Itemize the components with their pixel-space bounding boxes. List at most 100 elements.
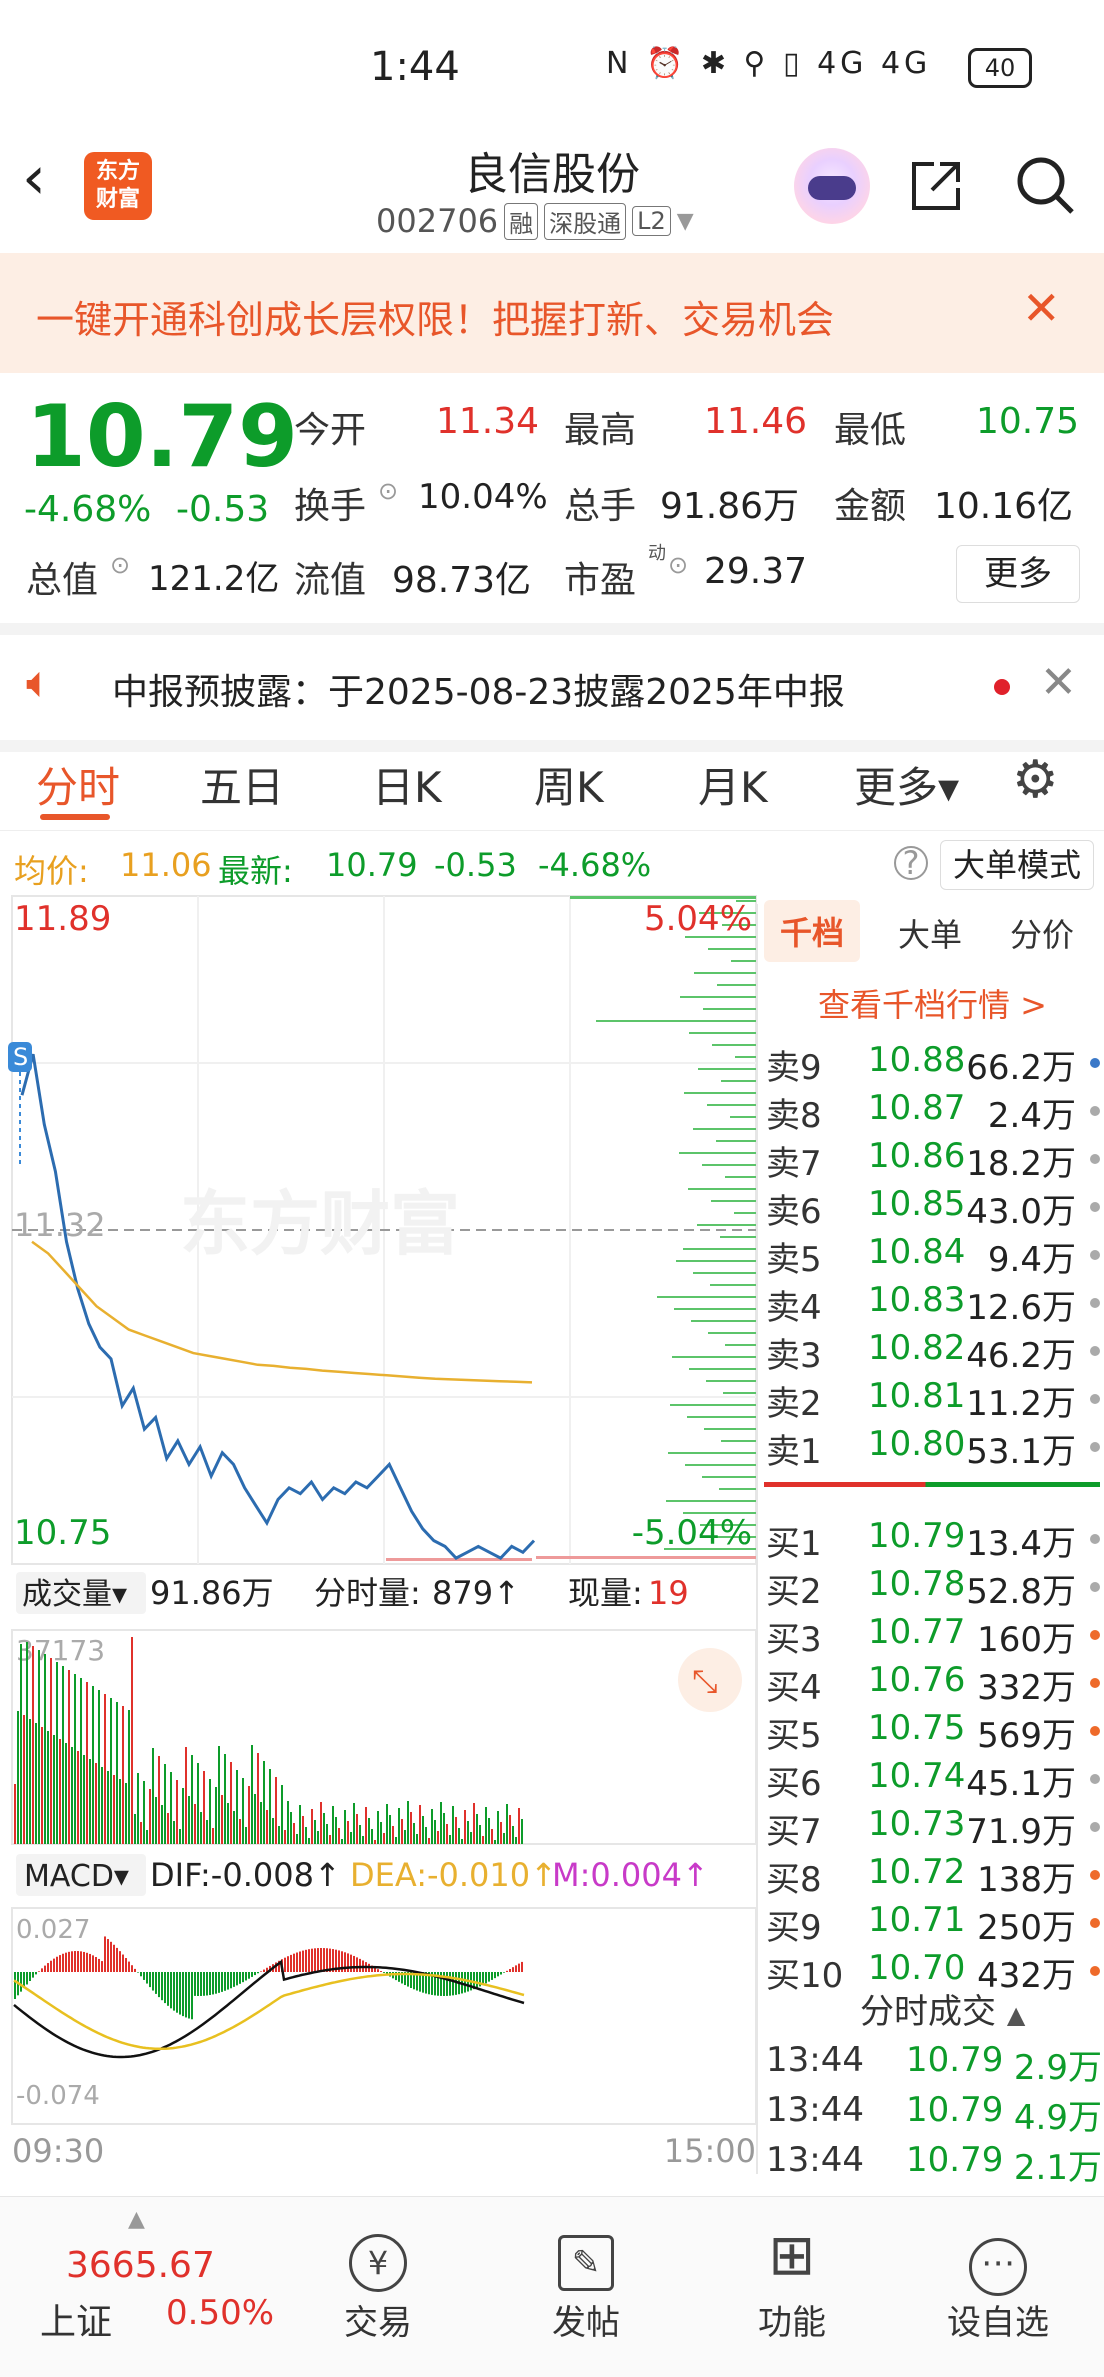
info-icon[interactable]: ⊙: [668, 551, 688, 579]
intraday-chart[interactable]: 东方财富 S 11.89 10.75 11.32 5.04% -5.04% 成交量▾ 91.86…: [0, 892, 760, 2182]
bid-row[interactable]: 买2 10.78 52.8万: [764, 1564, 1102, 1612]
bid-row[interactable]: 买5 10.75 569万: [764, 1708, 1102, 1756]
assistant-avatar-icon[interactable]: [794, 148, 870, 224]
gear-icon[interactable]: ⚙: [1012, 750, 1059, 810]
latest-change-pct: -4.68%: [538, 846, 652, 884]
volume-bar: [107, 1771, 109, 1844]
level-price: 10.74: [868, 1756, 966, 1796]
tab-five-day[interactable]: 五日: [200, 754, 284, 815]
volume-bar: [188, 1796, 190, 1844]
ask-row[interactable]: 卖6 10.85 43.0万: [764, 1184, 1102, 1232]
index-value[interactable]: 3665.67: [66, 2245, 215, 2286]
macd-bar: [50, 1960, 52, 1972]
ask-row[interactable]: 卖7 10.86 18.2万: [764, 1136, 1102, 1184]
volume-bar: [101, 1767, 103, 1844]
volume-bar: [164, 1764, 166, 1844]
help-icon[interactable]: ?: [894, 846, 928, 880]
low-label: 最低: [834, 410, 907, 451]
depth-bar: [683, 1248, 756, 1250]
volume-bar: [335, 1817, 337, 1844]
volume-bar: [302, 1816, 304, 1844]
more-dots-icon: ⋯: [918, 2223, 1078, 2296]
volume-bar: [245, 1827, 247, 1844]
macd-label: MACD▾: [24, 1859, 129, 1894]
macd-bar: [491, 1972, 493, 1980]
battery-icon: 40: [968, 48, 1032, 88]
volume-bar: [35, 1723, 37, 1844]
stock-subtitle[interactable]: 002706 融 深股通 L2 ▼: [376, 202, 694, 240]
bid-row[interactable]: 买6 10.74 45.1万: [764, 1756, 1102, 1804]
tab-more[interactable]: 更多▾: [854, 754, 959, 815]
macd-m: M:0.004↑: [552, 1856, 709, 1894]
bid-row[interactable]: 买8 10.72 138万: [764, 1852, 1102, 1900]
volume-bar: [44, 1654, 46, 1844]
volume-bar: [80, 1678, 82, 1844]
level-price: 10.87: [868, 1088, 966, 1128]
more-button[interactable]: 更多: [956, 545, 1080, 603]
low-value: 10.75: [976, 401, 1080, 442]
status-icons: N ⏰ ✱ ⚲ ▯ 4G 4G: [606, 46, 932, 81]
promo-banner[interactable]: 一键开通科创成长层权限！把握打新、交易机会 ✕: [0, 253, 1104, 373]
macd-bar: [488, 1972, 490, 1982]
volume-bar: [89, 1759, 91, 1844]
macd-bar: [305, 1949, 307, 1972]
depth-bar: [689, 1032, 756, 1034]
bid-row[interactable]: 买7 10.73 71.9万: [764, 1804, 1102, 1852]
ask-row[interactable]: 卖1 10.80 53.1万: [764, 1424, 1102, 1472]
volume-label: 成交量▾: [22, 1577, 127, 1612]
nav-functions[interactable]: ⊞ 功能: [712, 2223, 872, 2344]
tab-price-dist[interactable]: 分价: [1010, 910, 1074, 956]
open-label: 今开: [294, 410, 367, 451]
share-icon[interactable]: [906, 156, 966, 216]
depth-bar: [536, 1556, 756, 1559]
tab-big-orders[interactable]: 大单: [898, 910, 962, 956]
caret-up-icon[interactable]: ▲: [1007, 2001, 1025, 2029]
ask-row[interactable]: 卖9 10.88 66.2万: [764, 1040, 1102, 1088]
bid-row[interactable]: 买9 10.71 250万: [764, 1900, 1102, 1948]
macd-bar: [347, 1953, 349, 1972]
tab-daily-k[interactable]: 日K: [372, 754, 442, 815]
volume-bar: [350, 1832, 352, 1844]
index-pct[interactable]: 0.50%: [166, 2293, 274, 2333]
info-icon[interactable]: ⊙: [378, 477, 398, 505]
bid-row[interactable]: 买3 10.77 160万: [764, 1612, 1102, 1660]
nav-watchlist[interactable]: ⋯ 设自选: [918, 2223, 1078, 2344]
big-order-mode-button[interactable]: 大单模式: [940, 840, 1094, 890]
close-icon[interactable]: ✕: [1040, 657, 1077, 708]
tick-volume: 4.9万: [1013, 2098, 1102, 2138]
macd-bar: [518, 1963, 520, 1972]
depth-bar: [702, 1164, 756, 1166]
bid-row[interactable]: 买1 10.79 13.4万: [764, 1516, 1102, 1564]
bid-row[interactable]: 买4 10.76 332万: [764, 1660, 1102, 1708]
level-label: 卖5: [766, 1240, 822, 1280]
nav-trade[interactable]: ¥ 交易: [298, 2223, 458, 2344]
notice-bar[interactable]: 🔈︎ 中报预披露：于2025-08-23披露2025年中报 ✕: [0, 623, 1104, 752]
info-icon[interactable]: ⊙: [110, 551, 130, 579]
macd-bar: [449, 1972, 451, 1996]
tab-monthly-k[interactable]: 月K: [698, 754, 768, 815]
volume-bar: [119, 1779, 121, 1844]
ask-row[interactable]: 卖3 10.82 46.2万: [764, 1328, 1102, 1376]
macd-bar: [233, 1972, 235, 1987]
index-name[interactable]: 上证: [40, 2293, 112, 2345]
tab-intraday[interactable]: 分时: [36, 754, 120, 815]
macd-bar: [101, 1961, 103, 1972]
view-depth-link[interactable]: 查看千档行情 >: [818, 980, 1047, 1026]
volume-bar: [158, 1756, 160, 1844]
ask-row[interactable]: 卖4 10.83 12.6万: [764, 1280, 1102, 1328]
ask-row[interactable]: 卖8 10.87 2.4万: [764, 1088, 1102, 1136]
search-icon[interactable]: [1014, 154, 1076, 216]
tab-weekly-k[interactable]: 周K: [534, 754, 604, 815]
volume-bar: [305, 1827, 307, 1844]
current-price: 10.79: [26, 387, 299, 487]
nav-post[interactable]: ✎ 发帖: [506, 2223, 666, 2344]
macd-bar: [74, 1951, 76, 1972]
volume-bar: [203, 1771, 205, 1844]
close-icon[interactable]: ✕: [1022, 281, 1061, 335]
ask-row[interactable]: 卖5 10.84 9.4万: [764, 1232, 1102, 1280]
change-value: -0.53: [176, 489, 270, 530]
tab-thousand-depth[interactable]: 千档: [764, 900, 861, 962]
volume-bar: [284, 1830, 286, 1844]
ask-row[interactable]: 卖2 10.81 11.2万: [764, 1376, 1102, 1424]
volume-bar: [134, 1814, 136, 1844]
